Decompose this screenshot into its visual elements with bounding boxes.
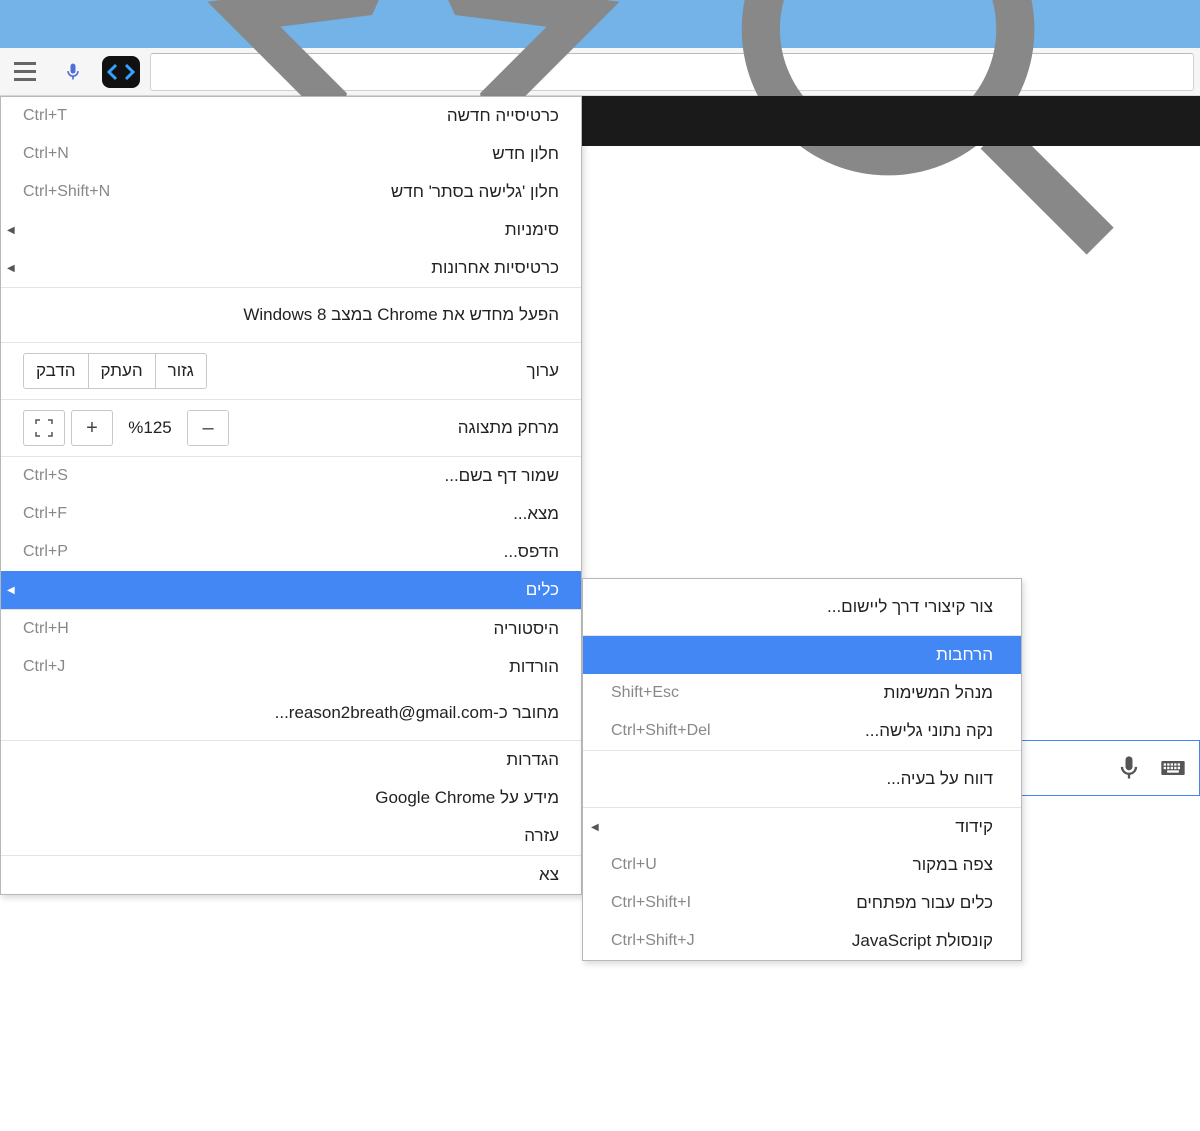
menu-label: הדפס...	[68, 542, 559, 562]
menu-item-relaunch-win8[interactable]: הפעל מחדש את Chrome במצב Windows 8	[1, 288, 581, 342]
menu-label: היסטוריה	[69, 619, 559, 639]
menu-label: עזרה	[23, 826, 559, 846]
submenu-item-js-console[interactable]: קונסולת JavaScript Ctrl+Shift+J	[583, 922, 1021, 960]
menu-label: הרחבות	[611, 645, 993, 665]
menu-item-recent-tabs[interactable]: ◀ כרטיסיות אחרונות	[1, 249, 581, 287]
submenu-item-encoding[interactable]: ◀ קידוד	[583, 808, 1021, 846]
menu-item-bookmarks[interactable]: ◀ סימניות	[1, 211, 581, 249]
menu-item-tools[interactable]: ◀ כלים	[1, 571, 581, 609]
menu-label: קונסולת JavaScript	[695, 931, 993, 951]
menu-item-exit[interactable]: צא	[1, 856, 581, 894]
menu-item-save-as[interactable]: שמור דף בשם... Ctrl+S	[1, 457, 581, 495]
menu-label: כרטיסייה חדשה	[67, 106, 559, 126]
menu-label: כלים	[23, 580, 559, 600]
menu-label: נקה נתוני גלישה...	[711, 721, 993, 741]
menu-label: מצא...	[67, 504, 559, 524]
fullscreen-icon	[34, 418, 54, 438]
zoom-controls: + %125 –	[23, 410, 229, 446]
menu-item-zoom: מרחק מתצוגה + %125 –	[1, 400, 581, 456]
zoom-out-button[interactable]: –	[187, 410, 229, 446]
copy-button[interactable]: העתק	[89, 353, 156, 389]
fullscreen-button[interactable]	[23, 410, 65, 446]
submenu-item-extensions[interactable]: הרחבות	[583, 636, 1021, 674]
menu-label: קידוד	[611, 817, 993, 837]
menu-shortcut: Ctrl+H	[23, 620, 69, 638]
menu-shortcut: Ctrl+N	[23, 145, 69, 163]
menu-shortcut: Shift+Esc	[611, 684, 679, 702]
menu-item-new-window[interactable]: חלון חדש Ctrl+N	[1, 135, 581, 173]
menu-label: כרטיסיות אחרונות	[23, 258, 559, 278]
code-icon	[106, 61, 136, 83]
hamburger-icon	[14, 62, 36, 81]
voice-search-button[interactable]	[54, 53, 92, 91]
menu-shortcut: Ctrl+Shift+I	[611, 894, 691, 912]
menu-item-settings[interactable]: הגדרות	[1, 741, 581, 779]
menu-shortcut: Ctrl+J	[23, 658, 65, 676]
zoom-level: %125	[119, 418, 181, 438]
submenu-arrow-icon: ◀	[7, 225, 15, 236]
submenu-item-task-manager[interactable]: מנהל המשימות Shift+Esc	[583, 674, 1021, 712]
page-search-box[interactable]	[1000, 740, 1200, 796]
menu-label: ערוך	[207, 361, 559, 381]
microphone-icon	[63, 59, 83, 85]
menu-shortcut: Ctrl+S	[23, 467, 68, 485]
hamburger-menu-button[interactable]	[6, 53, 44, 91]
menu-shortcut: Ctrl+P	[23, 543, 68, 561]
menu-label: חלון חדש	[69, 144, 559, 164]
keyboard-icon[interactable]	[1159, 754, 1187, 782]
menu-label: הגדרות	[23, 750, 559, 770]
menu-label: מידע על Google Chrome	[23, 788, 559, 808]
menu-item-find[interactable]: מצא... Ctrl+F	[1, 495, 581, 533]
menu-label: מרחק מתצוגה	[229, 418, 559, 438]
tools-submenu: צור קיצורי דרך ליישום... הרחבות מנהל המש…	[582, 578, 1022, 961]
search-icon	[676, 0, 1185, 326]
submenu-item-dev-tools[interactable]: כלים עבור מפתחים Ctrl+Shift+I	[583, 884, 1021, 922]
extension-button[interactable]	[102, 56, 140, 88]
menu-item-incognito[interactable]: חלון 'גלישה בסתר' חדש Ctrl+Shift+N	[1, 173, 581, 211]
submenu-item-report-issue[interactable]: דווח על בעיה...	[583, 751, 1021, 807]
menu-shortcut: Ctrl+F	[23, 505, 67, 523]
menu-shortcut: Ctrl+T	[23, 107, 67, 125]
submenu-arrow-icon: ◀	[7, 585, 15, 596]
submenu-arrow-icon: ◀	[7, 263, 15, 274]
menu-item-downloads[interactable]: הורדות Ctrl+J	[1, 648, 581, 686]
menu-label: צור קיצורי דרך ליישום...	[611, 597, 993, 617]
paste-button[interactable]: הדבק	[23, 353, 89, 389]
submenu-item-create-shortcut[interactable]: צור קיצורי דרך ליישום...	[583, 579, 1021, 635]
menu-shortcut: Ctrl+Shift+J	[611, 932, 695, 950]
menu-label: צא	[23, 865, 559, 885]
address-bar[interactable]	[150, 53, 1194, 91]
menu-label: מנהל המשימות	[679, 683, 993, 703]
menu-item-new-tab[interactable]: כרטיסייה חדשה Ctrl+T	[1, 97, 581, 135]
menu-label: כלים עבור מפתחים	[691, 893, 993, 913]
microphone-icon[interactable]	[1115, 754, 1143, 782]
menu-item-print[interactable]: הדפס... Ctrl+P	[1, 533, 581, 571]
menu-item-signed-in[interactable]: מחובר כ-reason2breath@gmail.com...	[1, 686, 581, 740]
menu-label: מחובר כ-reason2breath@gmail.com...	[23, 703, 559, 723]
cut-button[interactable]: גזור	[156, 353, 207, 389]
menu-label: הפעל מחדש את Chrome במצב Windows 8	[23, 305, 559, 325]
edit-button-group: הדבק העתק גזור	[23, 353, 207, 389]
menu-item-about[interactable]: מידע על Google Chrome	[1, 779, 581, 817]
menu-item-history[interactable]: היסטוריה Ctrl+H	[1, 610, 581, 648]
menu-item-help[interactable]: עזרה	[1, 817, 581, 855]
main-menu: כרטיסייה חדשה Ctrl+T חלון חדש Ctrl+N חלו…	[0, 96, 582, 895]
menu-label: צפה במקור	[657, 855, 993, 875]
menu-label: שמור דף בשם...	[68, 466, 559, 486]
submenu-item-clear-data[interactable]: נקה נתוני גלישה... Ctrl+Shift+Del	[583, 712, 1021, 750]
menu-shortcut: Ctrl+Shift+Del	[611, 722, 711, 740]
menu-label: הורדות	[65, 657, 559, 677]
zoom-in-button[interactable]: +	[71, 410, 113, 446]
menu-label: חלון 'גלישה בסתר' חדש	[110, 182, 559, 202]
browser-toolbar	[0, 48, 1200, 96]
menu-label: דווח על בעיה...	[611, 769, 993, 789]
menu-shortcut: Ctrl+Shift+N	[23, 183, 110, 201]
submenu-item-view-source[interactable]: צפה במקור Ctrl+U	[583, 846, 1021, 884]
submenu-arrow-icon: ◀	[591, 822, 599, 833]
menu-item-edit: ערוך הדבק העתק גזור	[1, 343, 581, 399]
menu-shortcut: Ctrl+U	[611, 856, 657, 874]
menu-label: סימניות	[23, 220, 559, 240]
